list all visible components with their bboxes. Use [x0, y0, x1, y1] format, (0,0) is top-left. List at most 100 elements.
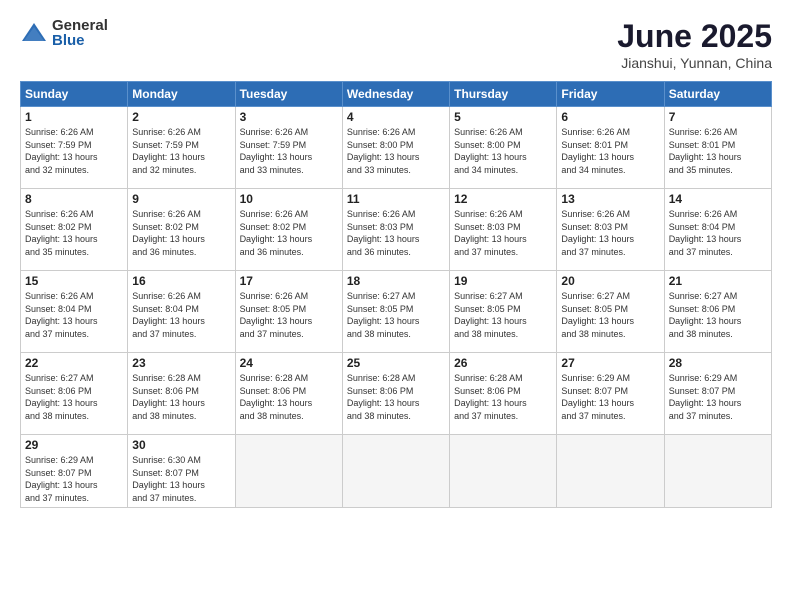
day-number: 18: [347, 274, 445, 288]
day-info: Sunrise: 6:29 AMSunset: 8:07 PMDaylight:…: [669, 373, 742, 421]
day-info: Sunrise: 6:26 AMSunset: 8:00 PMDaylight:…: [347, 127, 420, 175]
day-number: 3: [240, 110, 338, 124]
calendar-week-2: 15 Sunrise: 6:26 AMSunset: 8:04 PMDayligh…: [21, 271, 772, 353]
day-info: Sunrise: 6:26 AMSunset: 8:00 PMDaylight:…: [454, 127, 527, 175]
calendar-cell: 23 Sunrise: 6:28 AMSunset: 8:06 PMDayligh…: [128, 353, 235, 435]
calendar-cell: [450, 435, 557, 508]
day-info: Sunrise: 6:29 AMSunset: 8:07 PMDaylight:…: [561, 373, 634, 421]
calendar-cell: [557, 435, 664, 508]
header-row: SundayMondayTuesdayWednesdayThursdayFrid…: [21, 82, 772, 107]
calendar-cell: 28 Sunrise: 6:29 AMSunset: 8:07 PMDayligh…: [664, 353, 771, 435]
logo-blue: Blue: [52, 33, 108, 48]
day-info: Sunrise: 6:28 AMSunset: 8:06 PMDaylight:…: [240, 373, 313, 421]
calendar-cell: 16 Sunrise: 6:26 AMSunset: 8:04 PMDayligh…: [128, 271, 235, 353]
calendar-week-0: 1 Sunrise: 6:26 AMSunset: 7:59 PMDaylight…: [21, 107, 772, 189]
calendar-cell: [235, 435, 342, 508]
day-number: 16: [132, 274, 230, 288]
calendar-cell: 27 Sunrise: 6:29 AMSunset: 8:07 PMDayligh…: [557, 353, 664, 435]
header-day-thursday: Thursday: [450, 82, 557, 107]
day-number: 6: [561, 110, 659, 124]
calendar-cell: 18 Sunrise: 6:27 AMSunset: 8:05 PMDayligh…: [342, 271, 449, 353]
calendar-week-4: 29Sunrise: 6:29 AMSunset: 8:07 PMDayligh…: [21, 435, 772, 508]
calendar-cell: 6 Sunrise: 6:26 AMSunset: 8:01 PMDaylight…: [557, 107, 664, 189]
day-info: Sunrise: 6:26 AMSunset: 8:03 PMDaylight:…: [561, 209, 634, 257]
calendar-cell: 7 Sunrise: 6:26 AMSunset: 8:01 PMDaylight…: [664, 107, 771, 189]
day-number: 22: [25, 356, 123, 370]
header-day-tuesday: Tuesday: [235, 82, 342, 107]
calendar-cell: 14Sunrise: 6:26 AMSunset: 8:04 PMDayligh…: [664, 189, 771, 271]
header-day-friday: Friday: [557, 82, 664, 107]
day-info: Sunrise: 6:26 AMSunset: 8:01 PMDaylight:…: [669, 127, 742, 175]
day-number: 10: [240, 192, 338, 206]
calendar-cell: 11Sunrise: 6:26 AMSunset: 8:03 PMDayligh…: [342, 189, 449, 271]
calendar-header: SundayMondayTuesdayWednesdayThursdayFrid…: [21, 82, 772, 107]
header: General Blue June 2025 Jianshui, Yunnan,…: [20, 18, 772, 71]
calendar-cell: 25 Sunrise: 6:28 AMSunset: 8:06 PMDayligh…: [342, 353, 449, 435]
day-number: 13: [561, 192, 659, 206]
calendar-cell: 1 Sunrise: 6:26 AMSunset: 7:59 PMDaylight…: [21, 107, 128, 189]
logo: General Blue: [20, 18, 108, 48]
day-number: 12: [454, 192, 552, 206]
header-day-saturday: Saturday: [664, 82, 771, 107]
day-number: 7: [669, 110, 767, 124]
calendar-cell: 5Sunrise: 6:26 AMSunset: 8:00 PMDaylight…: [450, 107, 557, 189]
day-info: Sunrise: 6:28 AMSunset: 8:06 PMDaylight:…: [454, 373, 527, 421]
day-info: Sunrise: 6:26 AMSunset: 7:59 PMDaylight:…: [240, 127, 313, 175]
calendar-body: 1 Sunrise: 6:26 AMSunset: 7:59 PMDaylight…: [21, 107, 772, 508]
calendar-cell: 8Sunrise: 6:26 AMSunset: 8:02 PMDaylight…: [21, 189, 128, 271]
calendar-week-3: 22Sunrise: 6:27 AMSunset: 8:06 PMDayligh…: [21, 353, 772, 435]
logo-text: General Blue: [52, 18, 108, 48]
day-number: 30: [132, 438, 230, 452]
day-info: Sunrise: 6:27 AMSunset: 8:06 PMDaylight:…: [669, 291, 742, 339]
day-number: 25: [347, 356, 445, 370]
day-info: Sunrise: 6:26 AMSunset: 7:59 PMDaylight:…: [25, 127, 98, 175]
calendar-cell: 22Sunrise: 6:27 AMSunset: 8:06 PMDayligh…: [21, 353, 128, 435]
calendar-cell: 10 Sunrise: 6:26 AMSunset: 8:02 PMDayligh…: [235, 189, 342, 271]
day-number: 8: [25, 192, 123, 206]
day-info: Sunrise: 6:27 AMSunset: 8:05 PMDaylight:…: [454, 291, 527, 339]
header-day-sunday: Sunday: [21, 82, 128, 107]
day-info: Sunrise: 6:30 AMSunset: 8:07 PMDaylight:…: [132, 455, 205, 503]
day-number: 23: [132, 356, 230, 370]
day-info: Sunrise: 6:26 AMSunset: 8:02 PMDaylight:…: [240, 209, 313, 257]
day-number: 4: [347, 110, 445, 124]
day-info: Sunrise: 6:28 AMSunset: 8:06 PMDaylight:…: [132, 373, 205, 421]
day-info: Sunrise: 6:26 AMSunset: 8:03 PMDaylight:…: [347, 209, 420, 257]
day-info: Sunrise: 6:26 AMSunset: 8:05 PMDaylight:…: [240, 291, 313, 339]
calendar-cell: [664, 435, 771, 508]
day-info: Sunrise: 6:26 AMSunset: 8:03 PMDaylight:…: [454, 209, 527, 257]
day-info: Sunrise: 6:27 AMSunset: 8:05 PMDaylight:…: [347, 291, 420, 339]
page: General Blue June 2025 Jianshui, Yunnan,…: [0, 0, 792, 612]
day-number: 27: [561, 356, 659, 370]
header-day-monday: Monday: [128, 82, 235, 107]
calendar-cell: [342, 435, 449, 508]
day-number: 1: [25, 110, 123, 124]
day-number: 15: [25, 274, 123, 288]
calendar-cell: 19Sunrise: 6:27 AMSunset: 8:05 PMDayligh…: [450, 271, 557, 353]
calendar-cell: 15Sunrise: 6:26 AMSunset: 8:04 PMDayligh…: [21, 271, 128, 353]
calendar: SundayMondayTuesdayWednesdayThursdayFrid…: [20, 81, 772, 508]
calendar-cell: 13 Sunrise: 6:26 AMSunset: 8:03 PMDayligh…: [557, 189, 664, 271]
calendar-cell: 4 Sunrise: 6:26 AMSunset: 8:00 PMDaylight…: [342, 107, 449, 189]
day-info: Sunrise: 6:26 AMSunset: 8:02 PMDaylight:…: [132, 209, 205, 257]
calendar-cell: 29Sunrise: 6:29 AMSunset: 8:07 PMDayligh…: [21, 435, 128, 508]
day-info: Sunrise: 6:28 AMSunset: 8:06 PMDaylight:…: [347, 373, 420, 421]
day-number: 28: [669, 356, 767, 370]
day-number: 9: [132, 192, 230, 206]
subtitle: Jianshui, Yunnan, China: [617, 55, 772, 71]
calendar-cell: 21 Sunrise: 6:27 AMSunset: 8:06 PMDayligh…: [664, 271, 771, 353]
calendar-cell: 12 Sunrise: 6:26 AMSunset: 8:03 PMDayligh…: [450, 189, 557, 271]
day-number: 20: [561, 274, 659, 288]
header-day-wednesday: Wednesday: [342, 82, 449, 107]
calendar-cell: 9 Sunrise: 6:26 AMSunset: 8:02 PMDaylight…: [128, 189, 235, 271]
title-block: June 2025 Jianshui, Yunnan, China: [617, 18, 772, 71]
day-number: 21: [669, 274, 767, 288]
day-number: 24: [240, 356, 338, 370]
day-info: Sunrise: 6:27 AMSunset: 8:05 PMDaylight:…: [561, 291, 634, 339]
day-number: 29: [25, 438, 123, 452]
calendar-cell: 30 Sunrise: 6:30 AMSunset: 8:07 PMDayligh…: [128, 435, 235, 508]
calendar-cell: 20 Sunrise: 6:27 AMSunset: 8:05 PMDayligh…: [557, 271, 664, 353]
day-info: Sunrise: 6:26 AMSunset: 8:04 PMDaylight:…: [132, 291, 205, 339]
calendar-cell: 26Sunrise: 6:28 AMSunset: 8:06 PMDayligh…: [450, 353, 557, 435]
day-info: Sunrise: 6:26 AMSunset: 8:01 PMDaylight:…: [561, 127, 634, 175]
